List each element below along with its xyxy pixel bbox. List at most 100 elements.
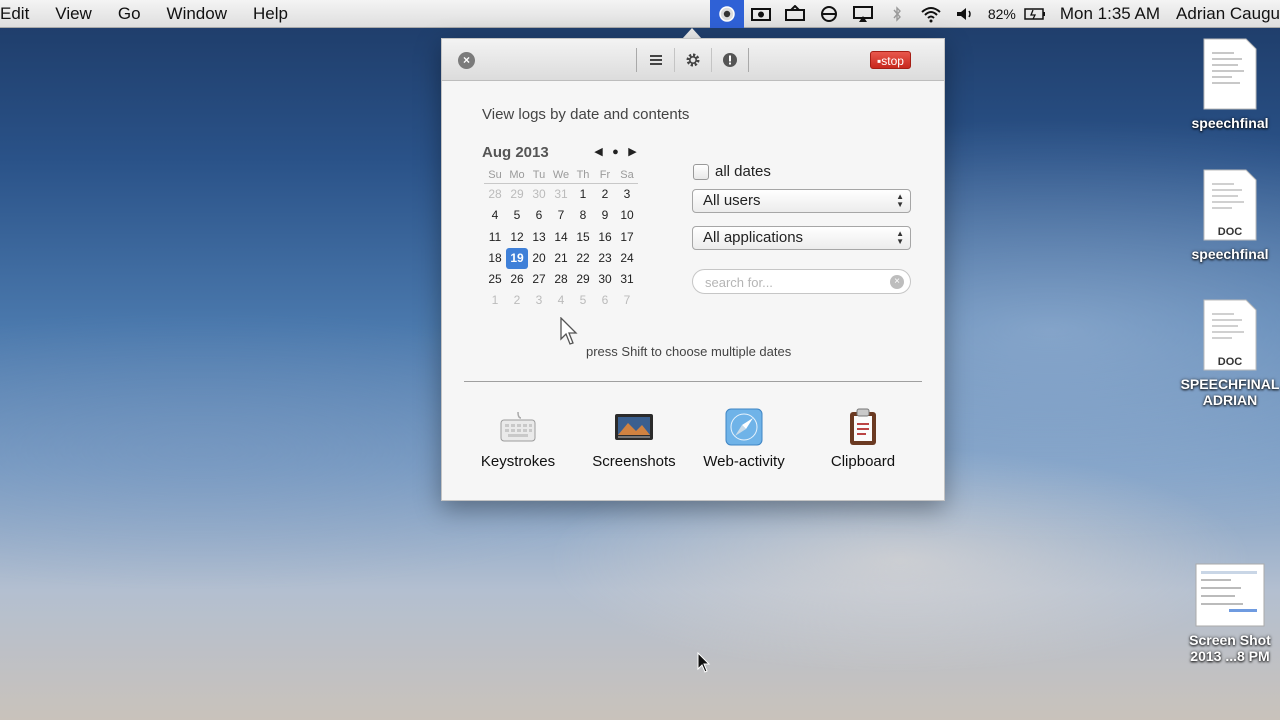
calendar-day[interactable]: 3 [616,184,638,205]
desktop-screenshot-icon[interactable]: Screen Shot 2013 ...8 PM [1175,563,1280,664]
users-select[interactable]: All users ▲ ▼ [692,189,911,213]
calendar-day[interactable]: 29 [506,184,528,205]
screenshots-button[interactable]: Screenshots [579,403,689,470]
logs-popover: × ▪stop View logs by date and contents A… [441,38,945,501]
calendar-day[interactable]: 2 [594,184,616,205]
wifi-icon[interactable] [914,0,948,28]
calendar-day[interactable]: 3 [528,290,550,311]
bluetooth-icon[interactable] [880,0,914,28]
calendar-day[interactable]: 13 [528,227,550,248]
doc-file-icon: DOC [1203,169,1257,241]
calendar-day[interactable]: 9 [594,205,616,226]
screen-share-icon[interactable] [778,0,812,28]
doc-badge: DOC [1218,226,1243,238]
desktop-file-icon[interactable]: DOC SPEECHFINAL ADRIAN [1175,299,1280,408]
calendar-day[interactable]: 2 [506,290,528,311]
calendar-day[interactable]: 4 [484,205,506,226]
calendar-day[interactable]: 8 [572,205,594,226]
today-dot-icon[interactable]: ● [610,146,621,158]
calendar-day[interactable]: 23 [594,248,616,269]
desktop-file-icon[interactable]: DOC speechfinal [1175,169,1280,262]
calendar-day[interactable]: 10 [616,205,638,226]
calendar-day[interactable]: 30 [528,184,550,205]
calendar-day[interactable]: 6 [594,290,616,311]
block-icon[interactable] [812,0,846,28]
search-input[interactable] [705,273,885,291]
list-icon[interactable] [637,48,674,72]
airplay-icon[interactable] [846,0,880,28]
desktop-file-label: speechfinal [1191,246,1269,262]
calendar-day[interactable]: 12 [506,227,528,248]
calendar-day[interactable]: 14 [550,227,572,248]
calendar-day[interactable]: 31 [616,269,638,290]
calendar-day[interactable]: 24 [616,248,638,269]
safari-icon [725,408,763,446]
calendar-day[interactable]: 11 [484,227,506,248]
desktop-file-label: Screen Shot 2013 ...8 PM [1189,632,1271,664]
search-field: × [692,269,911,294]
calendar-day[interactable]: 6 [528,205,550,226]
calendar-day[interactable]: 30 [594,269,616,290]
doc-file-icon: DOC [1203,299,1257,371]
desktop-file-icon[interactable]: speechfinal [1175,38,1280,131]
status-area: 82% Mon 1:35 AM Adrian Caugu [709,0,1280,28]
gear-icon[interactable] [674,48,711,72]
calendar-day[interactable]: 15 [572,227,594,248]
prev-month-icon[interactable]: ◀ [593,145,604,158]
clock[interactable]: Mon 1:35 AM [1052,4,1168,24]
spy-agent-icon[interactable] [709,0,744,28]
calendar-day[interactable]: 25 [484,269,506,290]
calendar-day[interactable]: 18 [484,248,506,269]
calendar-day[interactable]: 20 [528,248,550,269]
calendar-day[interactable]: 21 [550,248,572,269]
close-icon[interactable]: × [458,52,475,69]
calendar-day[interactable]: 31 [550,184,572,205]
web-activity-button[interactable]: Web-activity [689,403,799,470]
clear-search-icon[interactable]: × [890,275,904,289]
calendar-day[interactable]: 5 [572,290,594,311]
select-arrows-icon: ▲ ▼ [896,229,904,246]
calendar-day[interactable]: 27 [528,269,550,290]
document-icon [1203,38,1257,110]
calendar-day[interactable]: 4 [550,290,572,311]
calendar-day[interactable]: 22 [572,248,594,269]
clipboard-button[interactable]: Clipboard [808,403,918,470]
calendar-day[interactable]: 28 [550,269,572,290]
calendar-day[interactable]: 16 [594,227,616,248]
select-arrows-icon: ▲ ▼ [896,192,904,209]
next-month-icon[interactable]: ▶ [627,145,638,158]
calendar-day[interactable]: 1 [484,290,506,311]
keystrokes-button[interactable]: Keystrokes [463,403,573,470]
screenshot-icon [615,414,653,440]
menu-window[interactable]: Window [154,4,240,24]
alert-icon[interactable] [711,48,748,72]
volume-icon[interactable] [948,0,982,28]
calendar-weekday: We [550,167,572,184]
video-icon[interactable] [744,0,778,28]
menu-view[interactable]: View [42,4,105,24]
calendar-day-selected[interactable]: 19 [506,247,528,270]
keystrokes-label: Keystrokes [480,453,556,470]
all-dates-checkbox[interactable] [693,163,709,180]
calendar-day[interactable]: 7 [616,290,638,311]
menu-go[interactable]: Go [105,4,154,24]
page-title: View logs by date and contents [482,106,690,123]
calendar-day[interactable]: 26 [506,269,528,290]
menu-edit[interactable]: Edit [0,4,42,24]
calendar-weekday: Th [572,167,594,184]
calendar-day[interactable]: 28 [484,184,506,205]
battery-percent: 82% [987,6,1016,22]
calendar-weekday: Tu [528,167,550,184]
stop-button[interactable]: ▪stop [870,51,911,69]
calendar-weekday: Fr [594,167,616,184]
battery-icon[interactable] [1018,0,1052,28]
calendar-day[interactable]: 7 [550,205,572,226]
menu-help[interactable]: Help [240,4,301,24]
calendar-day[interactable]: 17 [616,227,638,248]
calendar-day[interactable]: 1 [572,184,594,205]
calendar-day[interactable]: 5 [506,205,528,226]
user-name[interactable]: Adrian Caugu [1168,4,1280,24]
calendar-weekday: Su [484,167,506,184]
applications-select[interactable]: All applications ▲ ▼ [692,226,911,250]
calendar-day[interactable]: 29 [572,269,594,290]
